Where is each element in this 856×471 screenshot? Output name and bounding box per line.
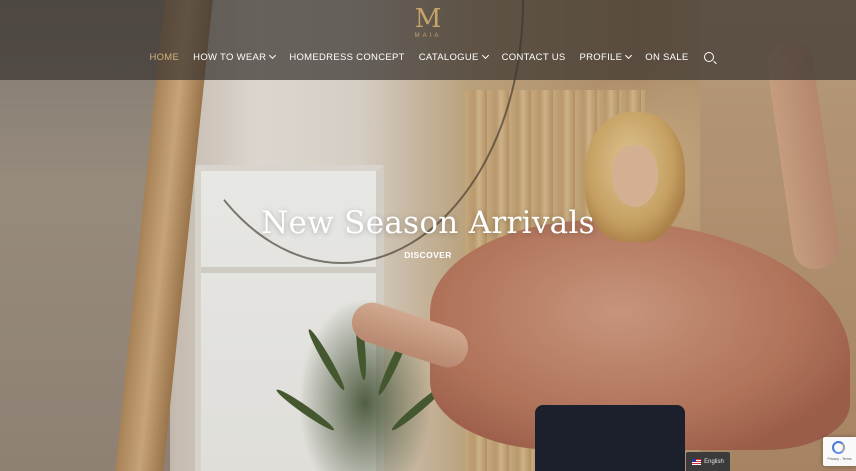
page: M MAIA HOME HOW TO WEAR HOMEDRESS CONCEP… xyxy=(0,0,856,471)
nav-contact-us[interactable]: CONTACT US xyxy=(495,52,573,63)
language-label: English xyxy=(704,458,724,465)
nav-how-to-wear-label: HOW TO WEAR xyxy=(193,51,267,63)
nav-home-label: HOME xyxy=(149,51,180,63)
logo-letter: M xyxy=(414,4,442,34)
nav-profile-label: PROFILE xyxy=(579,51,623,63)
nav-on-sale-label: ON SALE xyxy=(645,51,689,63)
chevron-down-icon xyxy=(269,51,277,60)
recaptcha-links[interactable]: Privacy - Terms xyxy=(823,457,856,461)
search-icon[interactable] xyxy=(703,52,714,62)
language-switcher[interactable]: English xyxy=(686,452,730,471)
recaptcha-badge[interactable]: Privacy - Terms xyxy=(823,437,856,466)
nav-contact-us-label: CONTACT US xyxy=(501,51,566,63)
chevron-down-icon xyxy=(481,51,489,60)
hero-title: New Season Arrivals xyxy=(261,205,595,241)
discover-button[interactable]: DISCOVER xyxy=(0,250,856,260)
nav-profile[interactable]: PROFILE xyxy=(573,52,639,63)
chevron-down-icon xyxy=(625,51,633,60)
nav-how-to-wear[interactable]: HOW TO WEAR xyxy=(186,52,282,63)
nav-homedress-concept-label: HOMEDRESS CONCEPT xyxy=(289,51,405,63)
nav-home[interactable]: HOME xyxy=(142,52,186,63)
main-nav: HOME HOW TO WEAR HOMEDRESS CONCEPT CATAL… xyxy=(0,48,856,66)
brand-logo[interactable]: M MAIA xyxy=(412,6,444,44)
nav-homedress-concept[interactable]: HOMEDRESS CONCEPT xyxy=(282,52,411,63)
logo-text: MAIA xyxy=(414,33,442,39)
us-flag-icon xyxy=(692,458,702,465)
nav-on-sale[interactable]: ON SALE xyxy=(638,52,695,63)
site-header: M MAIA HOME HOW TO WEAR HOMEDRESS CONCEP… xyxy=(0,0,856,80)
nav-catalogue-label: CATALOGUE xyxy=(418,51,479,63)
recaptcha-icon xyxy=(832,441,845,454)
nav-catalogue[interactable]: CATALOGUE xyxy=(412,52,495,63)
